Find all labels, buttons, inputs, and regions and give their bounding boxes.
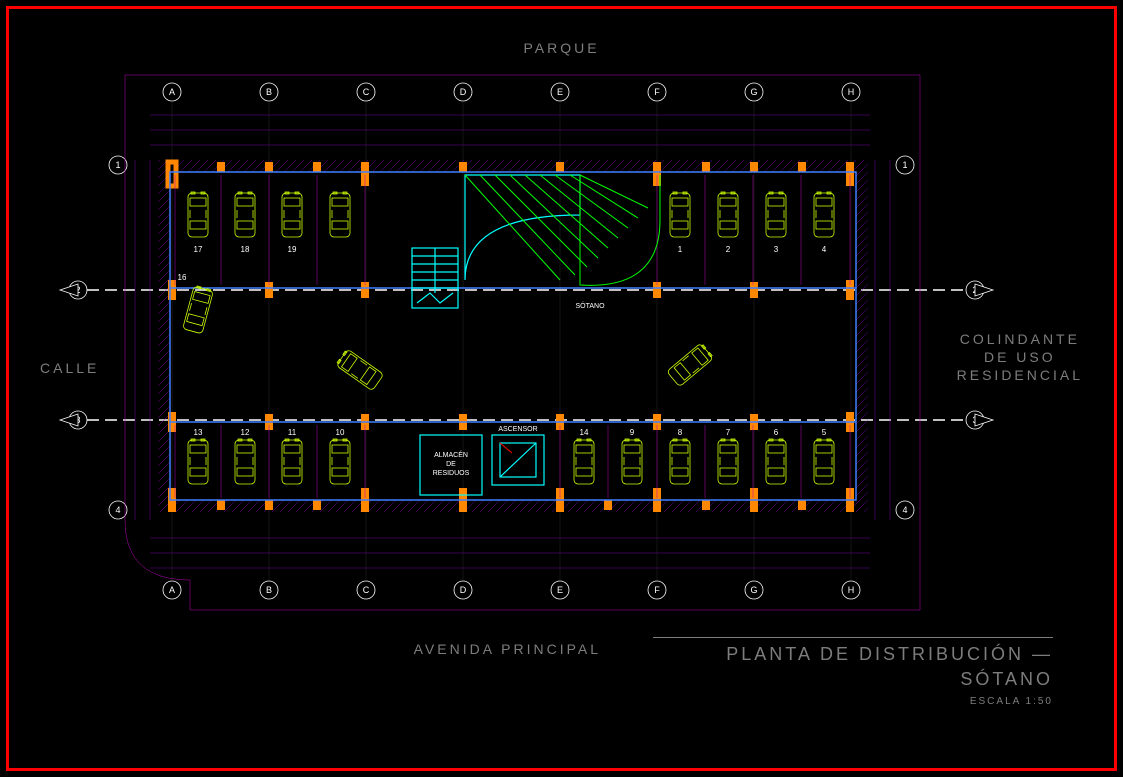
svg-text:14: 14 [580,428,589,437]
svg-text:12: 12 [241,428,250,437]
grid-rows-left: 1 2 3 4 [69,156,127,519]
property-boundary [125,75,920,610]
svg-text:H: H [848,585,855,595]
svg-text:7: 7 [726,428,731,437]
svg-text:16: 16 [178,273,187,282]
arrow-icon [60,414,78,426]
car-16: 16 [178,273,214,334]
svg-text:3: 3 [774,245,779,254]
structural-walls [168,162,854,512]
svg-text:C: C [363,585,370,595]
svg-text:10: 10 [336,428,345,437]
svg-text:13: 13 [194,428,203,437]
svg-text:19: 19 [288,245,297,254]
sotano-label: SÓTANO [575,301,605,310]
stairwell [412,248,458,308]
svg-text:DE: DE [446,461,456,468]
svg-text:9: 9 [630,428,635,437]
svg-text:F: F [654,87,660,97]
svg-text:B: B [266,585,272,595]
svg-text:F: F [654,585,660,595]
arrow-icon [975,284,993,296]
svg-text:17: 17 [194,245,203,254]
grid-rows-right: 1 2 3 4 [896,156,984,519]
car-maneuvering-1 [335,349,383,391]
svg-text:2: 2 [726,245,731,254]
svg-text:18: 18 [241,245,250,254]
car-maneuvering-2 [667,343,714,387]
svg-text:5: 5 [822,428,827,437]
svg-text:4: 4 [822,245,827,254]
svg-text:D: D [460,585,467,595]
svg-text:E: E [557,585,563,595]
arrow-icon [60,284,78,296]
svg-text:4: 4 [902,505,907,515]
svg-text:A: A [169,585,175,595]
almacen: ALMACÉN DE RESIDUOS [420,435,482,495]
svg-text:8: 8 [678,428,683,437]
grid-cols-top: A B C D E F G H [163,83,860,101]
svg-text:1: 1 [678,245,683,254]
svg-text:ASCENSOR: ASCENSOR [498,426,537,433]
svg-text:B: B [266,87,272,97]
svg-text:C: C [363,87,370,97]
svg-text:G: G [750,585,757,595]
cars-bottom-right: 14 9 8 7 6 5 [574,428,834,484]
svg-text:A: A [169,87,175,97]
svg-text:1: 1 [902,160,907,170]
svg-text:G: G [750,87,757,97]
svg-text:ALMACÉN: ALMACÉN [434,450,468,459]
outer-wall-hatch [158,160,868,512]
svg-text:D: D [460,87,467,97]
svg-text:11: 11 [288,428,297,437]
elevator: ASCENSOR [492,426,544,485]
svg-text:1: 1 [115,160,120,170]
svg-text:H: H [848,87,855,97]
drawing-canvas: PARQUE CALLE AVENIDA PRINCIPAL COLINDANT… [20,20,1103,757]
grid-cols-bottom: A B C D E F G H [163,581,860,599]
floor-plan: A B C D E F G H A B C D E F G H 1 2 3 4 … [20,20,1103,757]
ramp-curves [465,175,660,285]
svg-text:4: 4 [115,505,120,515]
cars-top-right: 1 2 3 4 [670,192,834,254]
svg-text:E: E [557,87,563,97]
svg-text:6: 6 [774,428,779,437]
arrow-icon [975,414,993,426]
svg-text:RESIDUOS: RESIDUOS [433,470,470,477]
